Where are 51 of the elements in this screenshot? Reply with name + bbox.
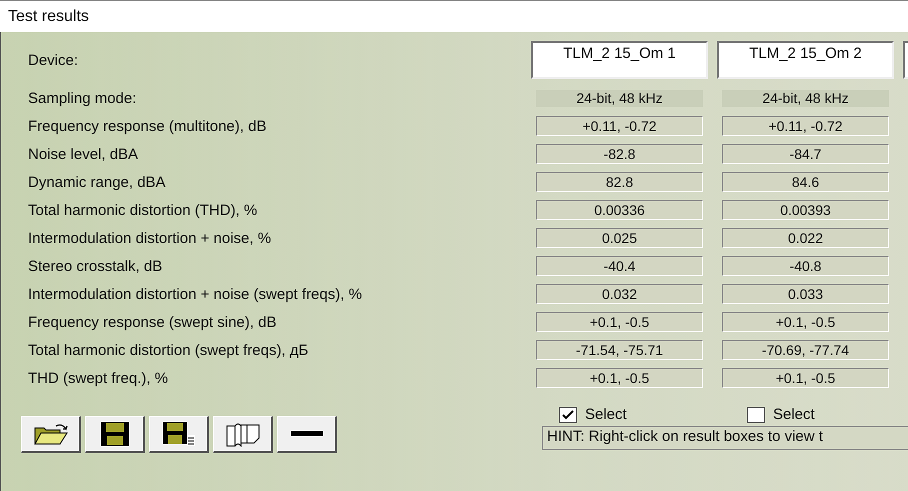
- sampling-mode: 24-bit, 48 kHz: [722, 90, 889, 106]
- row-label: Intermodulation distortion + noise, %: [28, 230, 272, 246]
- device-field[interactable]: TLM_2 15_Om 2: [717, 41, 894, 79]
- minus-icon: [290, 431, 322, 437]
- result-box[interactable]: 0.00336: [536, 200, 703, 220]
- result-box[interactable]: 0.025: [536, 228, 703, 248]
- save-list-button[interactable]: [149, 416, 209, 453]
- result-box[interactable]: 0.00393: [722, 200, 889, 220]
- result-box[interactable]: +0.1, -0.5: [536, 312, 703, 332]
- result-box[interactable]: +0.1, -0.5: [722, 368, 889, 388]
- result-box[interactable]: -71.54, -75.71: [536, 340, 703, 360]
- result-box[interactable]: -82.8: [536, 144, 703, 164]
- result-box[interactable]: +0.11, -0.72: [722, 116, 889, 136]
- open-button[interactable]: [21, 416, 81, 453]
- folder-icon: [32, 422, 70, 446]
- row-label: Frequency response (multitone), dB: [28, 118, 266, 134]
- result-box[interactable]: 0.022: [722, 228, 889, 248]
- result-box[interactable]: 84.6: [722, 172, 889, 192]
- row-label: Stereo crosstalk, dB: [28, 258, 162, 274]
- result-box[interactable]: +0.1, -0.5: [722, 312, 889, 332]
- checkbox-label: Select: [773, 406, 815, 423]
- row-label: Noise level, dBA: [28, 146, 138, 162]
- row-label: Sampling mode:: [28, 90, 136, 106]
- result-box[interactable]: 82.8: [536, 172, 703, 192]
- device-field[interactable]: TLM_2 15_Om 1: [531, 41, 708, 79]
- result-box[interactable]: -70.69, -77.74: [722, 340, 889, 360]
- floppy-list-icon: [162, 421, 196, 447]
- row-label: Frequency response (swept sine), dB: [28, 314, 276, 330]
- result-box[interactable]: 0.033: [722, 284, 889, 304]
- result-box[interactable]: -40.4: [536, 256, 703, 276]
- remove-button[interactable]: [277, 416, 337, 453]
- result-box[interactable]: -40.8: [722, 256, 889, 276]
- copy-button[interactable]: [213, 416, 273, 453]
- row-label: Total harmonic distortion (swept freqs), дБ: [28, 342, 308, 358]
- result-box[interactable]: 0.032: [536, 284, 703, 304]
- row-label: THD (swept freq.), %: [28, 370, 168, 386]
- select-checkbox[interactable]: [747, 406, 765, 422]
- sampling-mode: 24-bit, 48 kHz: [536, 90, 703, 106]
- hint-text: HINT: Right-click on result boxes to view t: [542, 426, 908, 450]
- result-box[interactable]: +0.1, -0.5: [536, 368, 703, 388]
- result-box[interactable]: +0.11, -0.72: [536, 116, 703, 136]
- row-label: Dynamic range, dBA: [28, 174, 166, 190]
- row-label: Intermodulation distortion + noise (swept freqs), %: [28, 286, 362, 302]
- row-label: Total harmonic distortion (THD), %: [28, 202, 258, 218]
- checkbox-label: Select: [585, 406, 627, 423]
- select-checkbox[interactable]: [559, 406, 577, 422]
- pages-icon: [224, 421, 260, 447]
- save-button[interactable]: [85, 416, 145, 453]
- result-box[interactable]: -84.7: [722, 144, 889, 164]
- floppy-icon: [100, 421, 130, 447]
- row-label: Device:: [28, 52, 78, 68]
